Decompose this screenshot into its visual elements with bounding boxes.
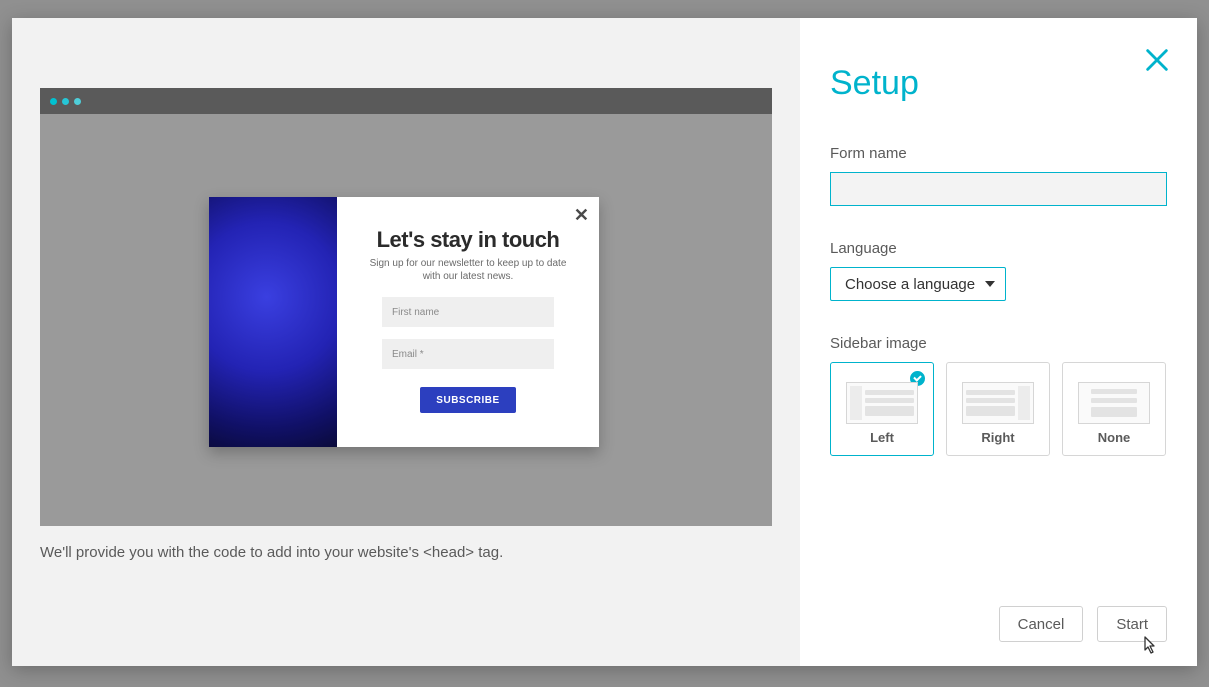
language-group: Language Choose a language (830, 240, 1167, 301)
sidebar-image-label: Sidebar image (830, 335, 1167, 352)
preview-pane: ✕ Let's stay in touch Sign up for our ne… (12, 18, 800, 666)
cancel-button[interactable]: Cancel (999, 606, 1084, 642)
form-name-input[interactable] (830, 172, 1167, 206)
form-name-label: Form name (830, 145, 1167, 162)
popup-title: Let's stay in touch (377, 227, 560, 253)
sidebar-option-none[interactable]: None (1062, 362, 1166, 456)
option-label: None (1098, 430, 1131, 445)
modal-footer: Cancel Start (830, 606, 1167, 642)
setup-modal: ✕ Let's stay in touch Sign up for our ne… (12, 18, 1197, 666)
popup-sidebar-image (209, 197, 337, 447)
window-dot-icon (50, 98, 57, 105)
option-label: Left (870, 430, 894, 445)
option-label: Right (981, 430, 1014, 445)
popup-subtitle: Sign up for our newsletter to keep up to… (368, 257, 568, 283)
close-button[interactable] (1143, 46, 1171, 74)
setup-heading: Setup (830, 64, 1167, 103)
sidebar-option-right[interactable]: Right (946, 362, 1050, 456)
close-icon: ✕ (574, 205, 589, 226)
setup-panel: Setup Form name Language Choose a langua… (800, 18, 1197, 666)
sidebar-image-group: Sidebar image Left (830, 335, 1167, 456)
helper-text: We'll provide you with the code to add i… (40, 544, 772, 561)
form-preview-popup: ✕ Let's stay in touch Sign up for our ne… (209, 197, 599, 447)
thumb-left-icon (846, 382, 918, 424)
start-button[interactable]: Start (1097, 606, 1167, 642)
firstname-field: First name (382, 297, 554, 327)
language-label: Language (830, 240, 1167, 257)
window-dot-icon (74, 98, 81, 105)
email-field: Email * (382, 339, 554, 369)
sidebar-options: Left Right (830, 362, 1167, 456)
thumb-right-icon (962, 382, 1034, 424)
form-name-group: Form name (830, 145, 1167, 206)
sidebar-option-left[interactable]: Left (830, 362, 934, 456)
browser-mockup: ✕ Let's stay in touch Sign up for our ne… (40, 88, 772, 526)
browser-titlebar (40, 88, 772, 114)
subscribe-button: SUBSCRIBE (420, 387, 516, 413)
language-value: Choose a language (845, 276, 975, 293)
popup-body: ✕ Let's stay in touch Sign up for our ne… (337, 197, 599, 447)
language-select[interactable]: Choose a language (830, 267, 1006, 301)
window-dot-icon (62, 98, 69, 105)
chevron-down-icon (985, 281, 995, 287)
thumb-none-icon (1078, 382, 1150, 424)
close-icon (1143, 46, 1171, 74)
